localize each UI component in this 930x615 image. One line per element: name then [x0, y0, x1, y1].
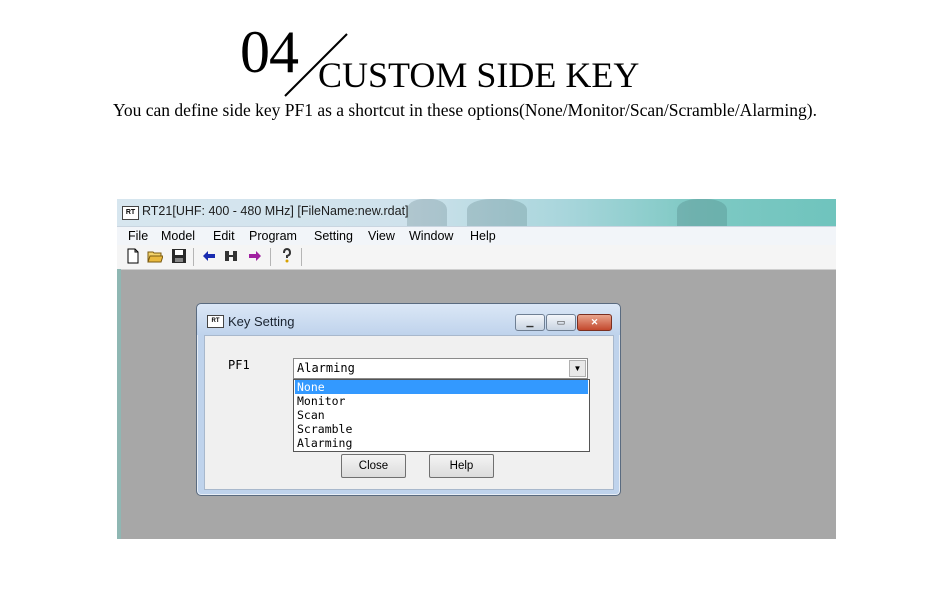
maximize-icon: ▭: [556, 317, 566, 327]
app-icon: RT: [122, 206, 139, 220]
option-monitor[interactable]: Monitor: [295, 394, 588, 408]
menu-window[interactable]: Window: [409, 229, 453, 243]
minimize-icon: ▁: [526, 317, 534, 327]
menu-setting[interactable]: Setting: [314, 229, 353, 243]
toolbar-separator: [301, 248, 302, 266]
section-title: CUSTOM SIDE KEY: [318, 55, 640, 95]
dialog-titlebar[interactable]: RT Key Setting ▁ ▭ ✕: [197, 304, 620, 335]
option-scan[interactable]: Scan: [295, 408, 588, 422]
option-scramble[interactable]: Scramble: [295, 422, 588, 436]
menu-help[interactable]: Help: [470, 229, 496, 243]
titlebar-glare: [467, 199, 527, 226]
minimize-button[interactable]: ▁: [515, 314, 545, 331]
toolbar: [117, 245, 836, 270]
chevron-down-icon[interactable]: ▼: [569, 360, 586, 377]
dialog-title: Key Setting: [228, 314, 295, 329]
close-button[interactable]: Close: [341, 454, 406, 478]
toolbar-separator: [193, 248, 194, 266]
menu-file[interactable]: File: [128, 229, 148, 243]
pf1-label: PF1: [228, 358, 250, 372]
section-subtitle: You can define side key PF1 as a shortcu…: [113, 100, 817, 120]
pf1-selected-value: Alarming: [297, 361, 355, 375]
dialog-body: PF1 Alarming ▼ None Monitor Scan Scrambl…: [204, 335, 614, 490]
menubar: File Model Edit Program Setting View Win…: [117, 226, 836, 246]
help-question-icon[interactable]: [279, 248, 295, 264]
option-none[interactable]: None: [295, 380, 588, 394]
save-icon[interactable]: [171, 248, 187, 264]
menu-program[interactable]: Program: [249, 229, 297, 243]
pf1-dropdown-list: None Monitor Scan Scramble Alarming: [293, 379, 590, 452]
open-folder-icon[interactable]: [147, 248, 163, 264]
app-window: RT RT21[UHF: 400 - 480 MHz] [FileName:ne…: [117, 199, 836, 539]
pf1-select[interactable]: Alarming ▼: [293, 358, 588, 379]
menu-edit[interactable]: Edit: [213, 229, 235, 243]
transfer-icon[interactable]: [223, 248, 239, 264]
titlebar-glare: [407, 199, 447, 226]
toolbar-separator: [270, 248, 271, 266]
help-button[interactable]: Help: [429, 454, 494, 478]
menu-view[interactable]: View: [368, 229, 395, 243]
option-alarming[interactable]: Alarming: [295, 436, 588, 450]
maximize-button[interactable]: ▭: [546, 314, 576, 331]
key-setting-dialog: RT Key Setting ▁ ▭ ✕ PF1 Alarming ▼ None…: [196, 303, 621, 496]
app-title: RT21[UHF: 400 - 480 MHz] [FileName:new.r…: [142, 204, 409, 218]
dialog-app-icon: RT: [207, 315, 224, 328]
hero-banner: 04 CUSTOM SIDE KEY You can define side k…: [0, 0, 930, 130]
read-arrow-icon[interactable]: [201, 248, 217, 264]
close-window-button[interactable]: ✕: [577, 314, 612, 331]
titlebar-glare: [677, 199, 727, 226]
workspace-edge: [117, 269, 121, 539]
new-file-icon[interactable]: [125, 248, 141, 264]
app-titlebar[interactable]: RT RT21[UHF: 400 - 480 MHz] [FileName:ne…: [117, 199, 836, 226]
write-arrow-icon[interactable]: [247, 248, 263, 264]
close-icon: ✕: [590, 317, 599, 327]
menu-model[interactable]: Model: [161, 229, 195, 243]
